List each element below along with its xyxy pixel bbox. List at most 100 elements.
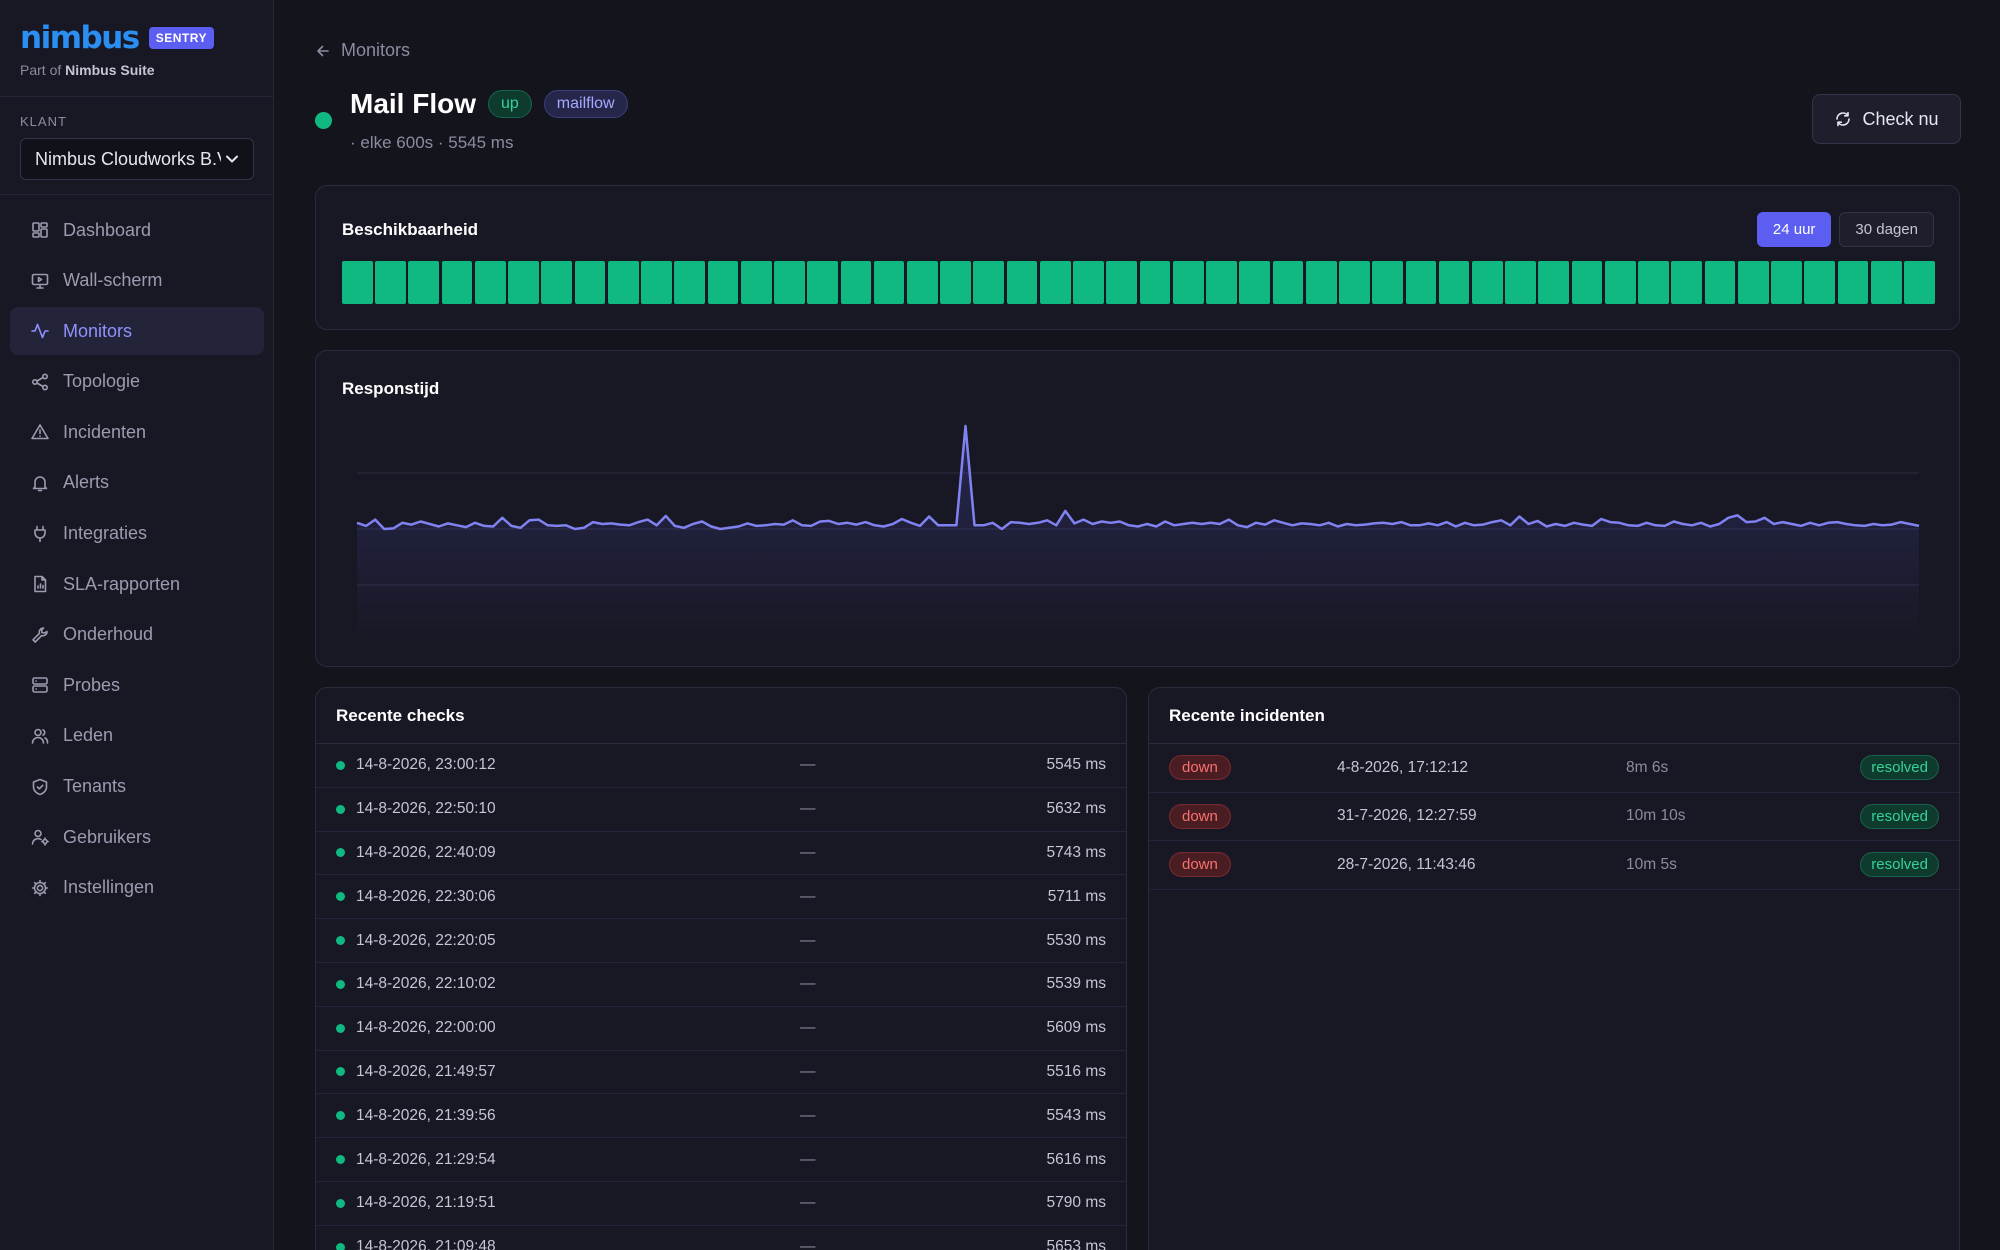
incident-date: 4-8-2026, 17:12:12 (1337, 758, 1468, 776)
sidebar-item-tenants[interactable]: Tenants (10, 763, 264, 811)
availability-bar[interactable] (1372, 261, 1403, 304)
availability-bar[interactable] (1771, 261, 1802, 304)
incident-row[interactable]: down 4-8-2026, 17:12:12 8m 6s resolved (1149, 744, 1959, 793)
check-row[interactable]: 14-8-2026, 22:10:02 — 5539 ms (316, 963, 1126, 1007)
availability-bar[interactable] (906, 261, 938, 304)
availability-bar[interactable] (1737, 261, 1769, 304)
availability-bar[interactable] (1638, 261, 1669, 304)
availability-bar[interactable] (342, 261, 373, 304)
availability-bar[interactable] (707, 261, 739, 304)
availability-bar[interactable] (1870, 261, 1902, 304)
availability-bar[interactable] (1305, 261, 1337, 304)
check-row[interactable]: 14-8-2026, 21:09:48 — 5653 ms (316, 1226, 1126, 1250)
sidebar-item-label: Alerts (63, 472, 110, 493)
check-row[interactable]: 14-8-2026, 21:19:51 — 5790 ms (316, 1182, 1126, 1226)
sidebar-item-topologie[interactable]: Topologie (10, 358, 264, 406)
availability-bar[interactable] (1106, 261, 1138, 304)
sidebar-item-instellingen[interactable]: Instellingen (10, 864, 264, 912)
availability-bar[interactable] (1471, 261, 1503, 304)
availability-bar[interactable] (973, 261, 1005, 304)
check-row[interactable]: 14-8-2026, 22:20:05 — 5530 ms (316, 919, 1126, 963)
availability-bar[interactable] (873, 261, 905, 304)
availability-bar[interactable] (774, 261, 805, 304)
range-30d-button[interactable]: 30 dagen (1839, 212, 1934, 247)
file-report-icon (34, 575, 47, 593)
sidebar-item-label: Instellingen (63, 877, 155, 898)
divider (0, 194, 274, 195)
recent-incidents-card: Recente incidenten down 4-8-2026, 17:12:1… (1148, 687, 1960, 1250)
check-row[interactable]: 14-8-2026, 23:00:12 — 5545 ms (316, 744, 1126, 788)
back-link-label: Monitors (341, 40, 411, 60)
check-time: 14-8-2026, 22:00:00 (356, 1019, 496, 1037)
availability-bar[interactable] (1604, 261, 1636, 304)
check-row[interactable]: 14-8-2026, 21:49:57 — 5516 ms (316, 1051, 1126, 1095)
check-response-ms: 5653 ms (1046, 1238, 1106, 1250)
check-time: 14-8-2026, 21:49:57 (356, 1062, 496, 1080)
availability-bar[interactable] (375, 261, 406, 304)
check-row[interactable]: 14-8-2026, 22:50:10 — 5632 ms (316, 788, 1126, 832)
availability-bar[interactable] (1804, 261, 1836, 304)
check-response-ms: 5790 ms (1046, 1194, 1106, 1212)
check-now-button[interactable]: Check nu (1812, 94, 1961, 144)
availability-bar[interactable] (740, 261, 772, 304)
sidebar-item-sla-rapporten[interactable]: SLA-rapporten (10, 560, 264, 608)
sidebar-item-integraties[interactable]: Integraties (10, 510, 264, 558)
availability-bar[interactable] (840, 261, 872, 304)
availability-bar[interactable] (1206, 261, 1237, 304)
check-detail: — (800, 1106, 816, 1124)
availability-bar[interactable] (607, 261, 639, 304)
check-row[interactable]: 14-8-2026, 21:29:54 — 5616 ms (316, 1138, 1126, 1182)
availability-bar[interactable] (1239, 261, 1271, 304)
incident-status-badge: down (1169, 803, 1231, 829)
klant-select[interactable]: Nimbus Cloudworks B.V. (20, 138, 254, 180)
availability-bar[interactable] (674, 261, 706, 304)
availability-bar[interactable] (940, 261, 971, 304)
availability-bar[interactable] (408, 261, 440, 304)
check-row[interactable]: 14-8-2026, 22:00:00 — 5609 ms (316, 1007, 1126, 1051)
incident-duration: 10m 5s (1626, 855, 1677, 873)
check-row[interactable]: 14-8-2026, 22:30:06 — 5711 ms (316, 875, 1126, 920)
availability-bar[interactable] (1704, 261, 1736, 304)
incident-row[interactable]: down 31-7-2026, 12:27:59 10m 10s resolved (1149, 793, 1959, 842)
availability-bar[interactable] (1006, 261, 1038, 304)
availability-bar[interactable] (1073, 261, 1104, 304)
sidebar-item-wall-scherm[interactable]: Wall-scherm (10, 257, 264, 305)
sidebar-item-alerts[interactable]: Alerts (10, 459, 264, 507)
availability-bar[interactable] (1904, 261, 1935, 304)
back-link[interactable]: Monitors (315, 40, 410, 61)
sidebar-item-leden[interactable]: Leden (10, 712, 264, 760)
availability-bar[interactable] (1172, 261, 1204, 304)
check-row[interactable]: 14-8-2026, 21:39:56 — 5543 ms (316, 1094, 1126, 1139)
availability-bar[interactable] (1837, 261, 1869, 304)
sidebar-item-incidenten[interactable]: Incidenten (10, 408, 264, 456)
sidebar-item-gebruikers[interactable]: Gebruikers (10, 813, 264, 861)
range-24h-button[interactable]: 24 uur (1756, 212, 1832, 247)
availability-bar[interactable] (1039, 261, 1071, 304)
availability-bar[interactable] (1571, 261, 1603, 304)
sidebar-item-dashboard[interactable]: Dashboard (10, 206, 264, 254)
user-cog-icon (31, 829, 49, 846)
availability-bar[interactable] (474, 261, 506, 304)
sidebar-item-onderhoud[interactable]: Onderhoud (10, 611, 264, 659)
availability-bar[interactable] (1438, 261, 1470, 304)
availability-bar[interactable] (541, 261, 573, 304)
availability-bar[interactable] (508, 261, 539, 304)
availability-bar[interactable] (574, 261, 606, 304)
incident-row[interactable]: down 28-7-2026, 11:43:46 10m 5s resolved (1149, 841, 1959, 890)
check-row[interactable]: 14-8-2026, 22:40:09 — 5743 ms (316, 832, 1126, 876)
check-detail: — (800, 1194, 816, 1212)
nimbus-logo[interactable]: nimbus (20, 22, 140, 54)
sidebar-item-monitors[interactable]: Monitors (10, 307, 264, 356)
availability-bar[interactable] (641, 261, 672, 304)
sidebar-item-probes[interactable]: Probes (10, 661, 264, 709)
availability-bar[interactable] (807, 261, 839, 304)
availability-bar[interactable] (1671, 261, 1703, 304)
availability-bar[interactable] (1272, 261, 1304, 304)
availability-bar[interactable] (1405, 261, 1437, 304)
availability-bar[interactable] (1339, 261, 1370, 304)
availability-bar[interactable] (1505, 261, 1536, 304)
availability-bar[interactable] (441, 261, 473, 304)
availability-bar[interactable] (1538, 261, 1570, 304)
availability-bar[interactable] (1139, 261, 1171, 304)
sidebar-item-label: Dashboard (63, 219, 152, 240)
